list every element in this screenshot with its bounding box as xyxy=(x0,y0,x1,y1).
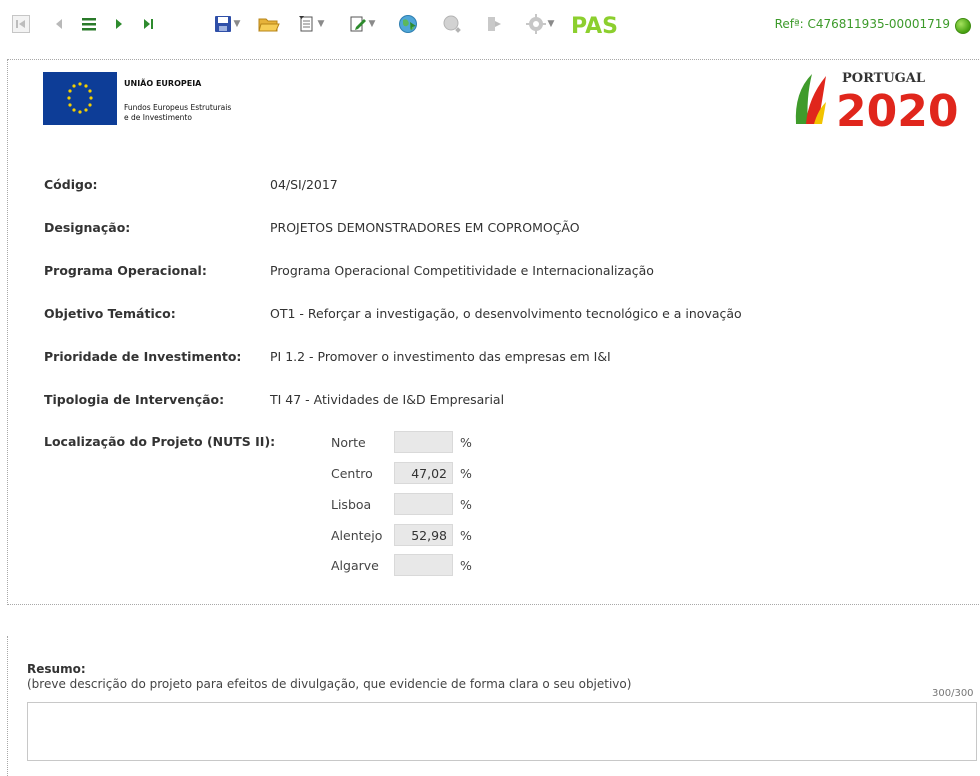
field-label-programa: Programa Operacional: xyxy=(44,263,207,278)
chevron-down-icon: ▼ xyxy=(547,19,555,29)
last-record-button[interactable] xyxy=(140,12,158,36)
field-label-objetivo: Objetivo Temático: xyxy=(44,306,176,321)
field-label-tipologia: Tipologia de Intervenção: xyxy=(44,392,225,407)
search-icon xyxy=(443,15,461,33)
chevron-down-icon: ▼ xyxy=(368,19,376,29)
percent-sign: % xyxy=(460,435,472,450)
document-icon xyxy=(298,16,313,32)
field-value-designacao: PROJETOS DEMONSTRADORES EM COPROMOÇÃO xyxy=(270,220,580,235)
search-button[interactable] xyxy=(440,12,464,36)
edit-icon xyxy=(350,16,366,32)
field-value-programa: Programa Operacional Competitividade e I… xyxy=(270,263,654,278)
field-value-codigo: 04/SI/2017 xyxy=(270,177,338,192)
last-record-icon xyxy=(144,19,153,29)
section-divider xyxy=(7,636,8,776)
folder-icon xyxy=(258,18,280,32)
region-input-centro[interactable]: 47,02 xyxy=(394,462,453,484)
field-label-designacao: Designação: xyxy=(44,220,131,235)
exit-button[interactable] xyxy=(484,12,506,36)
field-label-prioridade: Prioridade de Investimento: xyxy=(44,349,242,364)
gear-icon xyxy=(525,14,546,34)
field-label-codigo: Código: xyxy=(44,177,98,192)
resumo-hint: (breve descrição do projeto para efeitos… xyxy=(27,677,632,691)
percent-sign: % xyxy=(460,497,472,512)
location-label: Localização do Projeto (NUTS II): xyxy=(44,434,276,449)
character-counter: 300/300 xyxy=(932,688,974,699)
chevron-down-icon: ▼ xyxy=(233,19,241,29)
reference-number: Refª: C476811935-00001719 xyxy=(774,17,950,31)
region-label-alentejo: Alentejo xyxy=(331,528,383,543)
field-value-tipologia: TI 47 - Atividades de I&D Empresarial xyxy=(270,392,505,407)
percent-sign: % xyxy=(460,466,472,481)
region-label-centro: Centro xyxy=(331,466,373,481)
logo-big-text: 2020 xyxy=(836,86,958,134)
resumo-title: Resumo: xyxy=(27,662,86,676)
open-button[interactable] xyxy=(256,12,282,36)
chevron-down-icon: ▼ xyxy=(317,19,325,29)
region-input-lisboa[interactable] xyxy=(394,493,453,515)
svg-text:PAS: PAS xyxy=(571,14,618,36)
save-icon xyxy=(214,16,231,32)
logo-small-text: PORTUGAL xyxy=(842,71,925,86)
percent-sign: % xyxy=(460,558,472,573)
toolbar: ▼ ▼ ▼ ▼ PAS Refª: C476811935-00001719 xyxy=(0,0,980,52)
first-record-button[interactable] xyxy=(11,12,31,36)
list-button[interactable] xyxy=(78,12,100,36)
field-value-prioridade: PI 1.2 - Promover o investimento das emp… xyxy=(270,349,611,364)
previous-icon xyxy=(56,19,62,29)
field-value-objetivo: OT1 - Reforçar a investigação, o desenvo… xyxy=(270,306,742,321)
status-indicator xyxy=(955,18,971,34)
region-input-algarve[interactable] xyxy=(394,554,453,576)
region-label-lisboa: Lisboa xyxy=(331,497,372,512)
list-icon xyxy=(82,18,96,31)
eu-title: UNIÃO EUROPEIA xyxy=(124,79,202,88)
eu-subtitle-line-1: Fundos Europeus Estruturais xyxy=(124,103,232,112)
project-info-panel xyxy=(7,59,980,605)
pas-logo[interactable]: PAS xyxy=(570,12,622,36)
first-record-icon xyxy=(12,15,30,33)
save-button[interactable]: ▼ xyxy=(209,12,245,36)
edit-button[interactable]: ▼ xyxy=(343,12,381,36)
region-input-norte[interactable] xyxy=(394,431,453,453)
previous-record-button[interactable] xyxy=(52,12,66,36)
resumo-textarea[interactable] xyxy=(27,702,977,761)
new-document-button[interactable]: ▼ xyxy=(292,12,330,36)
region-label-algarve: Algarve xyxy=(331,558,379,573)
pas-logo-icon: PAS xyxy=(571,14,618,36)
portugal-2020-logo: PORTUGAL 2020 xyxy=(792,62,980,137)
eu-subtitle: Fundos Europeus Estruturais e de Investi… xyxy=(124,103,231,123)
region-input-alentejo[interactable]: 52,98 xyxy=(394,524,453,546)
globe-button[interactable] xyxy=(396,12,420,36)
settings-button[interactable]: ▼ xyxy=(521,12,559,36)
exit-icon xyxy=(488,17,501,31)
region-label-norte: Norte xyxy=(331,435,366,450)
globe-icon xyxy=(399,15,417,33)
next-record-button[interactable] xyxy=(112,12,126,36)
next-icon xyxy=(116,19,122,29)
eu-flag-logo xyxy=(43,72,117,125)
percent-sign: % xyxy=(460,528,472,543)
eu-subtitle-line-2: e de Investimento xyxy=(124,113,192,122)
